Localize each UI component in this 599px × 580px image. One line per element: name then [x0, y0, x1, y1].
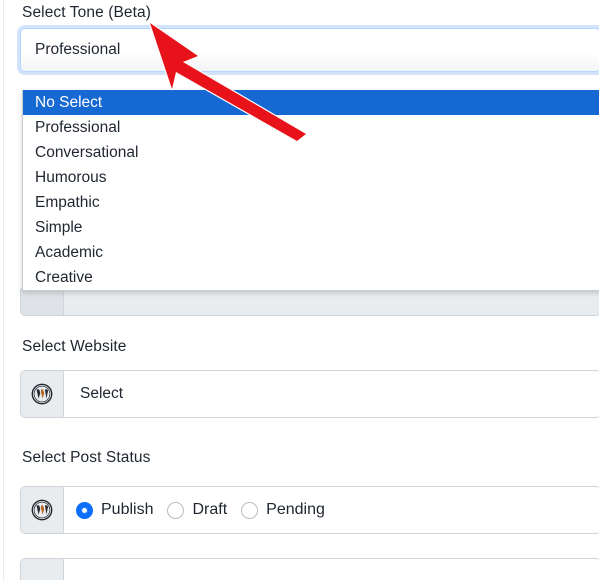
- website-prefix: [20, 370, 63, 418]
- post-status-field-label: Select Post Status: [22, 449, 151, 466]
- tone-option[interactable]: Simple: [23, 215, 599, 240]
- wordpress-icon: [31, 499, 53, 521]
- tone-select-value: Professional: [35, 41, 121, 58]
- post-status-input-group[interactable]: Publish Draft Pending: [20, 486, 599, 534]
- post-status-options[interactable]: Publish Draft Pending: [63, 486, 599, 534]
- radio-button[interactable]: [167, 501, 185, 519]
- website-input-group[interactable]: Select: [20, 370, 599, 418]
- tone-option[interactable]: Empathic: [23, 190, 599, 215]
- settings-form-panel: Select Tone (Beta) Professional No Selec…: [0, 0, 599, 580]
- post-status-radio-item[interactable]: Draft: [167, 501, 227, 519]
- tone-option[interactable]: Academic: [23, 240, 599, 265]
- tone-option[interactable]: No Select: [23, 90, 599, 115]
- radio-label: Draft: [192, 501, 228, 518]
- tone-option[interactable]: Humorous: [23, 165, 599, 190]
- post-status-prefix: [20, 486, 63, 534]
- website-select-field[interactable]: Select: [63, 370, 599, 418]
- radio-button[interactable]: [241, 501, 259, 519]
- website-select-value: Select: [80, 385, 124, 402]
- next-input-body[interactable]: [63, 558, 599, 580]
- tone-option[interactable]: Creative: [23, 265, 599, 290]
- tone-option[interactable]: Conversational: [23, 140, 599, 165]
- tone-options-listbox[interactable]: No Select Professional Conversational Humor…: [22, 90, 599, 291]
- tone-select-field[interactable]: Professional: [20, 28, 599, 72]
- website-field-label: Select Website: [22, 338, 127, 355]
- next-input-prefix: [20, 558, 63, 580]
- wordpress-icon: [31, 383, 53, 405]
- post-status-radio-item[interactable]: Pending: [241, 501, 325, 519]
- tone-field-label: Select Tone (Beta): [22, 4, 152, 21]
- next-input-group[interactable]: [20, 558, 599, 580]
- post-status-radio-item[interactable]: Publish: [76, 501, 153, 519]
- page-left-border: [3, 0, 4, 580]
- radio-label: Publish: [101, 501, 154, 518]
- radio-button[interactable]: [76, 501, 93, 519]
- tone-select-group[interactable]: Professional No Select Professional Conver…: [20, 28, 599, 291]
- tone-option[interactable]: Professional: [23, 115, 599, 140]
- radio-label: Pending: [266, 501, 325, 518]
